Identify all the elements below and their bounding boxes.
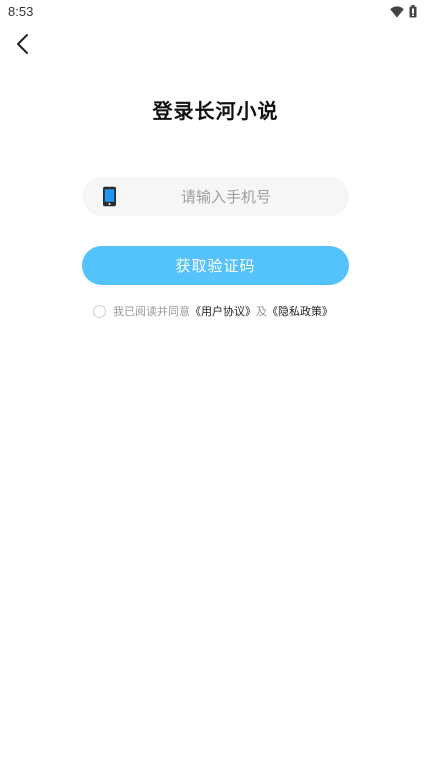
get-code-button[interactable]: 获取验证码 [82, 246, 349, 285]
mobile-phone-icon [102, 186, 117, 207]
phone-input[interactable] [126, 177, 326, 216]
agreement-row: 我已阅读并同意 《用户协议》 及 《隐私政策》 [93, 303, 333, 319]
phone-field[interactable] [82, 177, 349, 216]
back-button[interactable] [8, 30, 36, 58]
user-agreement-link[interactable]: 《用户协议》 [190, 303, 256, 319]
agreement-prefix: 我已阅读并同意 [113, 305, 190, 318]
status-icons [390, 5, 417, 18]
agree-checkbox[interactable] [93, 304, 106, 318]
status-bar: 8:53 [0, 0, 431, 24]
privacy-policy-link[interactable]: 《隐私政策》 [267, 303, 333, 319]
status-time: 8:53 [8, 4, 34, 19]
chevron-left-icon [15, 33, 29, 55]
page-title: 登录长河小说 [152, 99, 279, 123]
battery-icon [409, 5, 417, 18]
wifi-icon [390, 5, 404, 18]
agreement-conjunction: 及 [256, 305, 267, 318]
